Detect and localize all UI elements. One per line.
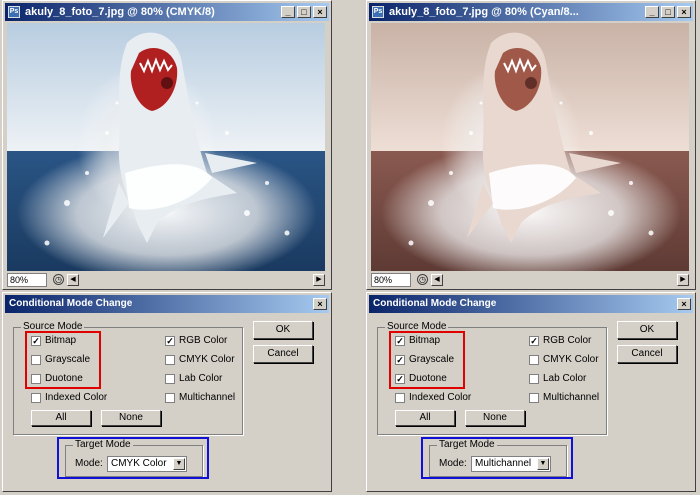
conditional-mode-change-dialog: Conditional Mode Change × Source Mode ✓ B… xyxy=(366,292,696,492)
status-bar: 80% ◷ ◀ ▶ xyxy=(7,273,325,287)
scroll-right-icon[interactable]: ▶ xyxy=(313,274,325,286)
checkbox-lab-color[interactable]: Lab Color xyxy=(529,373,586,385)
left-panel: Ps akuly_8_foto_7.jpg @ 80% (CMYK/8) _ □… xyxy=(0,0,334,495)
none-button[interactable]: None xyxy=(465,410,525,426)
right-panel: Ps akuly_8_foto_7.jpg @ 80% (Cyan/8... _… xyxy=(364,0,698,495)
photoshop-icon: Ps xyxy=(372,6,384,18)
scroll-right-icon[interactable]: ▶ xyxy=(677,274,689,286)
ok-button[interactable]: OK xyxy=(253,321,313,339)
minimize-button[interactable]: _ xyxy=(281,6,295,18)
checkbox-lab-color[interactable]: Lab Color xyxy=(165,373,222,385)
cancel-button[interactable]: Cancel xyxy=(617,345,677,363)
dialog-titlebar[interactable]: Conditional Mode Change × xyxy=(369,295,693,313)
dialog-titlebar[interactable]: Conditional Mode Change × xyxy=(5,295,329,313)
zoom-field[interactable]: 80% xyxy=(7,273,47,287)
scroll-left-icon[interactable]: ◀ xyxy=(431,274,443,286)
image-window: Ps akuly_8_foto_7.jpg @ 80% (Cyan/8... _… xyxy=(366,0,696,290)
photoshop-icon: Ps xyxy=(8,6,20,18)
minimize-button[interactable]: _ xyxy=(645,6,659,18)
checkbox-rgb-color[interactable]: ✓ RGB Color xyxy=(529,335,591,347)
image-window-title: akuly_8_foto_7.jpg @ 80% (Cyan/8... xyxy=(389,6,579,18)
checkbox-indexed-color[interactable]: Indexed Color xyxy=(395,392,471,404)
info-icon[interactable]: ◷ xyxy=(417,274,428,285)
dialog-title: Conditional Mode Change xyxy=(373,298,497,309)
cancel-button[interactable]: Cancel xyxy=(253,345,313,363)
shark-photo xyxy=(371,23,689,271)
all-button[interactable]: All xyxy=(31,410,91,426)
conditional-mode-change-dialog: Conditional Mode Change × Source Mode ✓ B… xyxy=(2,292,332,492)
checkbox-multichannel[interactable]: Multichannel xyxy=(165,392,235,404)
maximize-button[interactable]: □ xyxy=(661,6,675,18)
zoom-field[interactable]: 80% xyxy=(371,273,411,287)
status-bar: 80% ◷ ◀ ▶ xyxy=(371,273,689,287)
checkbox-multichannel[interactable]: Multichannel xyxy=(529,392,599,404)
checkbox-cmyk-color[interactable]: CMYK Color xyxy=(529,354,599,366)
target-mode-highlight-blue xyxy=(57,437,209,479)
dialog-title: Conditional Mode Change xyxy=(9,298,133,309)
shark-photo xyxy=(7,23,325,271)
dialog-close-button[interactable]: × xyxy=(313,298,327,310)
info-icon[interactable]: ◷ xyxy=(53,274,64,285)
image-window-titlebar[interactable]: Ps akuly_8_foto_7.jpg @ 80% (CMYK/8) _ □… xyxy=(5,3,329,21)
close-button[interactable]: × xyxy=(313,6,327,18)
image-window-titlebar[interactable]: Ps akuly_8_foto_7.jpg @ 80% (Cyan/8... _… xyxy=(369,3,693,21)
none-button[interactable]: None xyxy=(101,410,161,426)
checkbox-cmyk-color[interactable]: CMYK Color xyxy=(165,354,235,366)
dialog-close-button[interactable]: × xyxy=(677,298,691,310)
maximize-button[interactable]: □ xyxy=(297,6,311,18)
source-mode-highlight-red xyxy=(25,331,101,389)
source-mode-highlight-red xyxy=(389,331,465,389)
image-window: Ps akuly_8_foto_7.jpg @ 80% (CMYK/8) _ □… xyxy=(2,0,332,290)
scroll-left-icon[interactable]: ◀ xyxy=(67,274,79,286)
checkbox-indexed-color[interactable]: Indexed Color xyxy=(31,392,107,404)
image-window-title: akuly_8_foto_7.jpg @ 80% (CMYK/8) xyxy=(25,6,215,18)
ok-button[interactable]: OK xyxy=(617,321,677,339)
all-button[interactable]: All xyxy=(395,410,455,426)
close-button[interactable]: × xyxy=(677,6,691,18)
checkbox-rgb-color[interactable]: ✓ RGB Color xyxy=(165,335,227,347)
target-mode-highlight-blue xyxy=(421,437,573,479)
